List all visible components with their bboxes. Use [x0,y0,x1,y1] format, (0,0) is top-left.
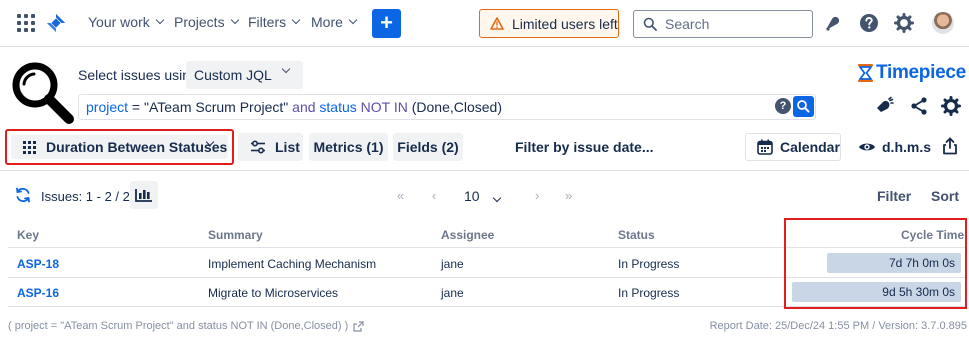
next-page-button[interactable]: › [535,188,539,203]
prev-page-button[interactable]: ‹ [432,188,436,203]
nav-your-work[interactable]: Your work [88,14,164,30]
settings-gear-icon[interactable] [894,13,914,33]
time-format-label: d.h.m.s [882,139,932,155]
jql-mode-select[interactable]: Custom JQL [186,61,303,89]
search-placeholder: Search [665,16,710,32]
share-icon[interactable] [909,96,929,116]
calendar-icon [757,139,773,155]
select-issues-label: Select issues using [78,67,198,83]
jql-project-value: = "ATeam Scrum Project" [128,99,293,115]
issue-status: In Progress [618,257,680,271]
grid-icon [23,140,36,154]
column-header-summary[interactable]: Summary [208,228,263,242]
list-view-button[interactable]: List [238,133,303,161]
column-header-key[interactable]: Key [17,228,39,242]
jql-field-project: project [86,99,129,115]
issue-key-link[interactable]: ASP-16 [17,286,59,300]
nav-projects[interactable]: Projects [174,14,239,30]
help-icon[interactable] [859,13,879,33]
issues-count: Issues: 1 - 2 / 2 [41,189,130,204]
nav-projects-label: Projects [174,14,225,30]
report-type-dropdown[interactable]: Duration Between Statuses [11,135,228,159]
calendar-button[interactable]: Calendar [745,133,841,161]
sort-button[interactable]: Sort [931,188,959,204]
top-navigation: Your work Projects Filters More + Limite… [0,0,969,47]
eye-icon [859,143,875,151]
create-button[interactable]: + [372,9,401,38]
first-page-button[interactable]: « [397,188,404,203]
filter-button[interactable]: Filter [877,188,911,204]
filter-by-issue-date-link[interactable]: Filter by issue date... [515,139,654,155]
chevron-down-icon [492,193,501,203]
report-type-label: Duration Between Statuses [46,139,228,155]
nav-your-work-label: Your work [88,14,150,30]
cycle-time-highlight-frame [784,218,967,309]
jql-and-keyword: and [292,99,316,115]
footer-query-text: ( project = "ATeam Scrum Project" and st… [8,320,349,332]
search-icon [797,100,810,113]
issue-status: In Progress [618,286,680,300]
page-size-value: 10 [464,188,480,204]
nav-filters[interactable]: Filters [248,14,301,30]
list-view-label: List [275,139,300,155]
app-settings-gear-icon[interactable] [941,96,961,116]
jql-query-input[interactable]: project = "ATeam Scrum Project" and stat… [78,94,816,120]
issue-assignee: jane [441,286,464,300]
nav-filters-label: Filters [248,14,287,30]
jql-search-button[interactable] [793,96,814,117]
column-header-assignee[interactable]: Assignee [441,228,494,242]
calendar-label: Calendar [780,139,840,155]
app-switcher-icon[interactable] [17,14,35,32]
metrics-label: Metrics (1) [313,139,384,155]
chevron-down-icon [291,15,301,25]
hourglass-icon [858,64,873,82]
issue-summary: Implement Caching Mechanism [208,257,377,271]
refresh-icon[interactable] [14,186,32,204]
nav-more[interactable]: More [311,14,358,30]
magnifier-logo-icon [12,62,74,124]
metrics-button[interactable]: Metrics (1) [309,133,388,161]
search-icon [643,17,657,31]
export-icon[interactable] [941,137,959,155]
issue-assignee: jane [441,257,464,271]
toolbar-divider [0,170,969,171]
chart-button[interactable] [130,181,158,209]
jql-not-in-keyword: NOT IN [356,99,412,115]
time-format-toggle[interactable]: d.h.m.s [858,139,931,155]
jql-status-values: (Done,Closed) [411,99,502,115]
last-page-button[interactable]: » [565,188,572,203]
page-size-select[interactable]: 10 [464,188,501,204]
fields-button[interactable]: Fields (2) [393,133,463,161]
chevron-down-icon [230,15,239,25]
column-header-status[interactable]: Status [618,228,655,242]
warning-icon [490,17,504,30]
jql-mode-value: Custom JQL [194,67,272,83]
chevron-down-icon [348,15,358,25]
chevron-down-icon [281,64,291,74]
fields-label: Fields (2) [397,139,459,155]
issue-summary: Migrate to Microservices [208,286,339,300]
timepiece-brand: Timepiece [857,62,966,84]
jql-field-status: status [319,99,357,115]
report-info: Report Date: 25/Dec/24 1:55 PM / Version… [709,320,967,332]
nav-more-label: More [311,14,343,30]
footer-query: ( project = "ATeam Scrum Project" and st… [8,320,364,332]
announcement-icon[interactable] [874,96,894,116]
report-type-select[interactable]: Duration Between Statuses [5,129,234,165]
user-avatar[interactable] [932,12,954,34]
external-link-icon[interactable] [353,320,364,332]
chevron-down-icon [155,15,164,25]
jql-help-icon[interactable]: ? [775,98,791,114]
bar-chart-icon [135,189,152,202]
limited-users-button[interactable]: Limited users left [479,9,619,38]
limited-users-label: Limited users left [512,15,618,32]
notifications-icon[interactable] [823,13,843,33]
jira-logo-icon[interactable] [45,12,67,34]
sliders-icon [251,140,265,154]
search-input[interactable]: Search [633,10,813,38]
brand-name: Timepiece [876,62,966,83]
issue-key-link[interactable]: ASP-18 [17,257,59,271]
